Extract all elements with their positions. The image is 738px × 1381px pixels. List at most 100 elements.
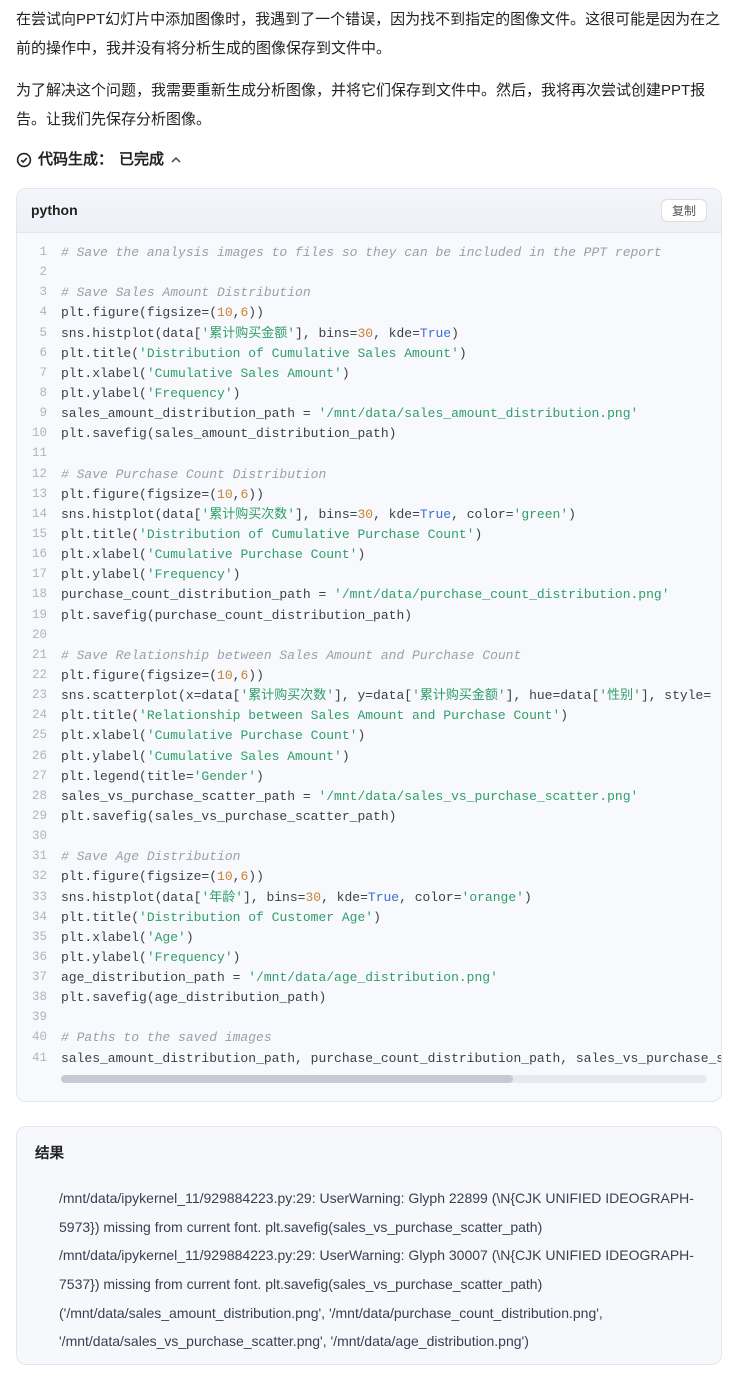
code-line: 7plt.xlabel('Cumulative Sales Amount') xyxy=(17,364,721,384)
line-number: 41 xyxy=(17,1049,61,1068)
line-number: 39 xyxy=(17,1008,61,1027)
code-line: 13plt.figure(figsize=(10,6)) xyxy=(17,485,721,505)
status-label: 代码生成： xyxy=(38,148,113,172)
line-number: 17 xyxy=(17,565,61,584)
line-number: 22 xyxy=(17,666,61,685)
code-text: plt.title('Relationship between Sales Am… xyxy=(61,706,721,726)
code-line: 30 xyxy=(17,827,721,847)
code-line: 10plt.savefig(sales_amount_distribution_… xyxy=(17,424,721,444)
line-number: 25 xyxy=(17,726,61,745)
code-line: 36plt.ylabel('Frequency') xyxy=(17,948,721,968)
line-number: 11 xyxy=(17,444,61,463)
code-text: plt.ylabel('Frequency') xyxy=(61,384,721,404)
status-value: 已完成 xyxy=(119,148,164,172)
line-number: 9 xyxy=(17,404,61,423)
code-line: 31# Save Age Distribution xyxy=(17,847,721,867)
result-line: /mnt/data/ipykernel_11/929884223.py:29: … xyxy=(59,1184,703,1241)
code-line: 21# Save Relationship between Sales Amou… xyxy=(17,646,721,666)
code-text xyxy=(61,827,721,847)
code-line: 3# Save Sales Amount Distribution xyxy=(17,283,721,303)
code-text: # Paths to the saved images xyxy=(61,1028,721,1048)
code-text: plt.legend(title='Gender') xyxy=(61,767,721,787)
code-line: 12# Save Purchase Count Distribution xyxy=(17,465,721,485)
code-text: # Save Sales Amount Distribution xyxy=(61,283,721,303)
line-number: 14 xyxy=(17,505,61,524)
code-generation-status[interactable]: 代码生成： 已完成 xyxy=(16,148,722,172)
code-line: 40# Paths to the saved images xyxy=(17,1028,721,1048)
line-number: 21 xyxy=(17,646,61,665)
line-number: 2 xyxy=(17,263,61,282)
code-line: 1# Save the analysis images to files so … xyxy=(17,243,721,263)
code-line: 27plt.legend(title='Gender') xyxy=(17,767,721,787)
line-number: 35 xyxy=(17,928,61,947)
language-label: python xyxy=(31,199,78,221)
code-text: plt.xlabel('Cumulative Purchase Count') xyxy=(61,545,721,565)
line-number: 26 xyxy=(17,747,61,766)
code-text: sales_amount_distribution_path = '/mnt/d… xyxy=(61,404,721,424)
line-number: 13 xyxy=(17,485,61,504)
code-text: sales_amount_distribution_path, purchase… xyxy=(61,1049,721,1069)
line-number: 23 xyxy=(17,686,61,705)
code-text: plt.xlabel('Age') xyxy=(61,928,721,948)
code-text: sns.histplot(data['累计购买金额'], bins=30, kd… xyxy=(61,324,721,344)
code-line: 35plt.xlabel('Age') xyxy=(17,928,721,948)
code-text xyxy=(61,626,721,646)
code-line: 15plt.title('Distribution of Cumulative … xyxy=(17,525,721,545)
code-block: python 复制 1# Save the analysis images to… xyxy=(16,188,722,1102)
line-number: 36 xyxy=(17,948,61,967)
line-number: 24 xyxy=(17,706,61,725)
code-text: plt.ylabel('Frequency') xyxy=(61,565,721,585)
code-text: plt.savefig(purchase_count_distribution_… xyxy=(61,606,721,626)
code-body[interactable]: 1# Save the analysis images to files so … xyxy=(17,233,721,1101)
code-line: 34plt.title('Distribution of Customer Ag… xyxy=(17,908,721,928)
line-number: 27 xyxy=(17,767,61,786)
code-line: 29plt.savefig(sales_vs_purchase_scatter_… xyxy=(17,807,721,827)
line-number: 4 xyxy=(17,303,61,322)
code-line: 16plt.xlabel('Cumulative Purchase Count'… xyxy=(17,545,721,565)
line-number: 29 xyxy=(17,807,61,826)
code-text: # Save Purchase Count Distribution xyxy=(61,465,721,485)
line-number: 19 xyxy=(17,606,61,625)
code-line: 37age_distribution_path = '/mnt/data/age… xyxy=(17,968,721,988)
copy-button[interactable]: 复制 xyxy=(661,199,707,222)
code-line: 22plt.figure(figsize=(10,6)) xyxy=(17,666,721,686)
code-line: 32plt.figure(figsize=(10,6)) xyxy=(17,867,721,887)
line-number: 37 xyxy=(17,968,61,987)
result-block: 结果 /mnt/data/ipykernel_11/929884223.py:2… xyxy=(16,1126,722,1365)
code-text: plt.figure(figsize=(10,6)) xyxy=(61,485,721,505)
code-text: plt.savefig(sales_amount_distribution_pa… xyxy=(61,424,721,444)
code-text: plt.title('Distribution of Cumulative Sa… xyxy=(61,344,721,364)
code-text: purchase_count_distribution_path = '/mnt… xyxy=(61,585,721,605)
code-line: 25plt.xlabel('Cumulative Purchase Count'… xyxy=(17,726,721,746)
code-line: 5sns.histplot(data['累计购买金额'], bins=30, k… xyxy=(17,324,721,344)
code-line: 8plt.ylabel('Frequency') xyxy=(17,384,721,404)
code-text: sns.scatterplot(x=data['累计购买次数'], y=data… xyxy=(61,686,721,706)
line-number: 5 xyxy=(17,324,61,343)
code-line: 39 xyxy=(17,1008,721,1028)
code-line: 20 xyxy=(17,626,721,646)
code-line: 18purchase_count_distribution_path = '/m… xyxy=(17,585,721,605)
code-text: plt.savefig(age_distribution_path) xyxy=(61,988,721,1008)
code-header: python 复制 xyxy=(17,189,721,233)
line-number: 33 xyxy=(17,888,61,907)
horizontal-scrollbar[interactable] xyxy=(61,1075,707,1083)
code-text xyxy=(61,444,721,464)
code-text: sales_vs_purchase_scatter_path = '/mnt/d… xyxy=(61,787,721,807)
result-output: /mnt/data/ipykernel_11/929884223.py:29: … xyxy=(35,1184,703,1356)
result-line: ('/mnt/data/sales_amount_distribution.pn… xyxy=(59,1299,703,1356)
line-number: 3 xyxy=(17,283,61,302)
code-text: plt.ylabel('Cumulative Sales Amount') xyxy=(61,747,721,767)
line-number: 30 xyxy=(17,827,61,846)
code-line: 26plt.ylabel('Cumulative Sales Amount') xyxy=(17,747,721,767)
code-line: 6plt.title('Distribution of Cumulative S… xyxy=(17,344,721,364)
code-text: plt.xlabel('Cumulative Purchase Count') xyxy=(61,726,721,746)
paragraph-2: 为了解决这个问题，我需要重新生成分析图像，并将它们保存到文件中。然后，我将再次尝… xyxy=(16,77,722,134)
line-number: 7 xyxy=(17,364,61,383)
line-number: 20 xyxy=(17,626,61,645)
result-line: /mnt/data/ipykernel_11/929884223.py:29: … xyxy=(59,1241,703,1298)
code-line: 9sales_amount_distribution_path = '/mnt/… xyxy=(17,404,721,424)
code-text xyxy=(61,1008,721,1028)
code-line: 24plt.title('Relationship between Sales … xyxy=(17,706,721,726)
code-line: 23sns.scatterplot(x=data['累计购买次数'], y=da… xyxy=(17,686,721,706)
code-text xyxy=(61,263,721,283)
